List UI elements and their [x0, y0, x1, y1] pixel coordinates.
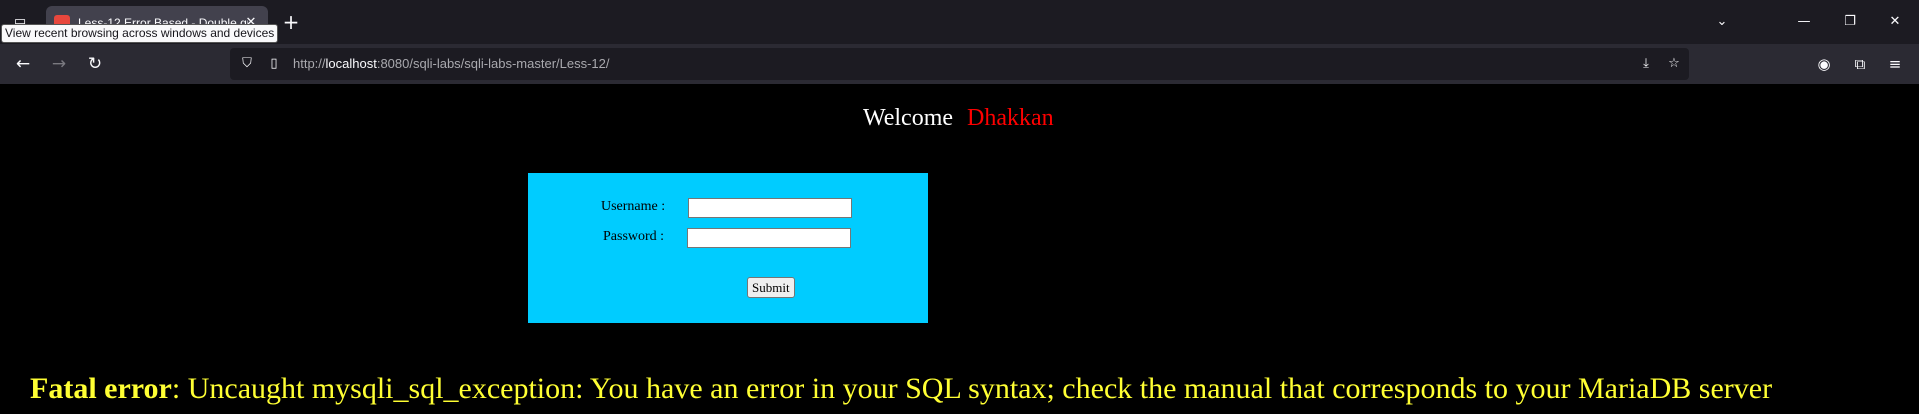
url-scheme: http:// — [293, 56, 326, 71]
welcome-heading: Welcome Dhakkan — [863, 105, 1054, 132]
url-host: localhost — [325, 56, 377, 71]
welcome-name: Dhakkan — [967, 105, 1054, 131]
extensions-icon[interactable]: ⧉ — [1847, 52, 1873, 76]
url-bar[interactable]: ⛉ ▯ http://localhost:8080/sqli-labs/sqli… — [230, 48, 1689, 80]
restore-button[interactable]: ❐ — [1836, 10, 1864, 34]
password-label: Password : — [603, 229, 665, 244]
minimize-button[interactable]: — — [1790, 10, 1818, 34]
username-input[interactable] — [688, 198, 852, 218]
menu-icon[interactable]: ≡ — [1882, 52, 1908, 76]
back-icon[interactable]: ← — [10, 52, 36, 76]
password-input[interactable] — [687, 228, 851, 248]
error-title: Fatal error — [30, 372, 172, 405]
login-form: Username : Password : Submit — [528, 173, 928, 323]
url-text[interactable]: http://localhost:8080/sqli-labs/sqli-lab… — [293, 48, 610, 80]
reader-download-icon[interactable]: ⤓ — [1636, 54, 1656, 74]
page-info-icon[interactable]: ▯ — [264, 54, 284, 74]
account-icon[interactable]: ◉ — [1811, 52, 1837, 76]
close-window-button[interactable]: ✕ — [1881, 10, 1909, 34]
username-label: Username : — [601, 199, 666, 214]
error-message: Fatal error: Uncaught mysqli_sql_excepti… — [30, 372, 1772, 406]
url-path: :8080/sqli-labs/sqli-labs-master/Less-12… — [376, 56, 610, 71]
new-tab-button[interactable]: + — [279, 10, 303, 34]
shield-icon[interactable]: ⛉ — [237, 54, 257, 74]
nav-bar: ← → ↻ ⛉ ▯ http://localhost:8080/sqli-lab… — [0, 44, 1919, 84]
list-all-tabs-icon[interactable]: ⌄ — [1708, 10, 1736, 34]
forward-icon[interactable]: → — [46, 52, 72, 76]
submit-button[interactable]: Submit — [747, 277, 795, 298]
error-text: : Uncaught mysqli_sql_exception: You hav… — [171, 372, 1773, 405]
reload-icon[interactable]: ↻ — [82, 52, 108, 76]
tooltip: View recent browsing across windows and … — [1, 24, 279, 43]
welcome-text: Welcome — [863, 105, 954, 131]
bookmark-star-icon[interactable]: ☆ — [1664, 54, 1684, 74]
tab-bar: ▭ Less-12 Error Based - Double quotes ✕ … — [0, 0, 1919, 44]
